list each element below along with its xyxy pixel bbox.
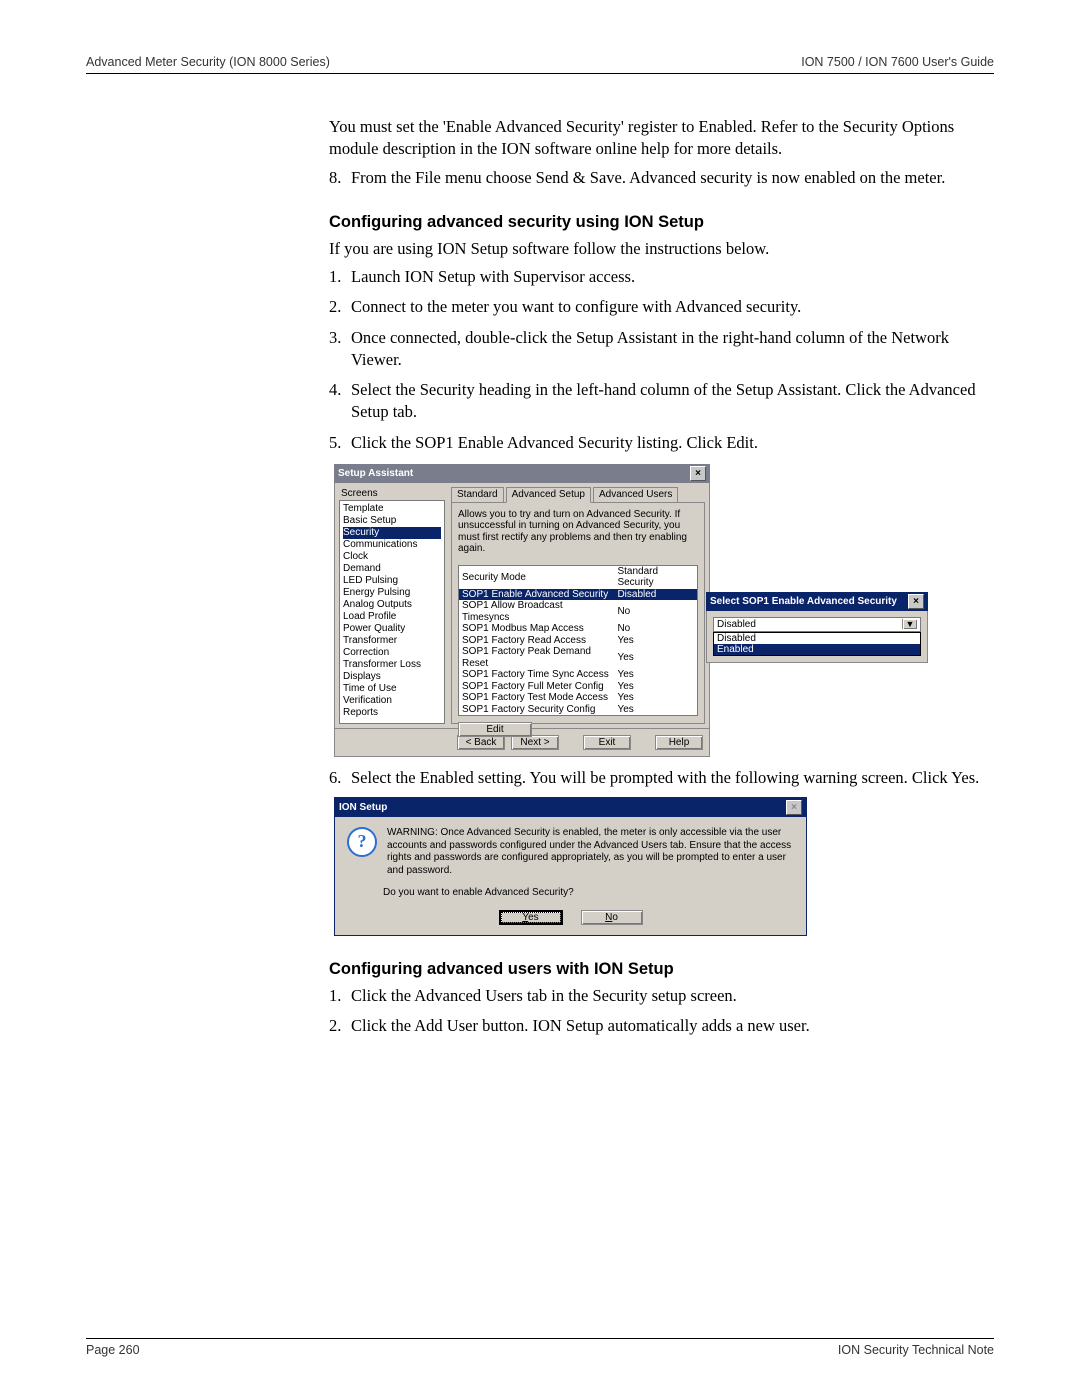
- tab-hint: Allows you to try and turn on Advanced S…: [458, 509, 698, 555]
- popover-titlebar: Select SOP1 Enable Advanced Security ×: [706, 592, 928, 611]
- grid-row: SOP1 Factory Peak Demand ResetYes: [459, 646, 697, 669]
- close-icon[interactable]: ×: [690, 466, 706, 481]
- sec1-step3: Once connected, double-click the Setup A…: [329, 327, 994, 372]
- step-8: From the File menu choose Send & Save. A…: [329, 167, 994, 189]
- setup-assistant-titlebar: Setup Assistant ×: [334, 464, 710, 483]
- header-left: Advanced Meter Security (ION 8000 Series…: [86, 55, 330, 69]
- screen-item[interactable]: Time of Use: [343, 683, 441, 695]
- screen-item[interactable]: Analog Outputs: [343, 599, 441, 611]
- question-icon: ?: [347, 827, 377, 857]
- no-label-rest: o: [612, 912, 618, 923]
- sec1-step6: Select the Enabled setting. You will be …: [329, 767, 994, 789]
- grid-row: SOP1 Factory Time Sync AccessYes: [459, 669, 697, 681]
- warning-titlebar: ION Setup ×: [335, 798, 806, 817]
- warning-message: WARNING: Once Advanced Security is enabl…: [387, 827, 794, 877]
- section2-heading: Configuring advanced users with ION Setu…: [329, 960, 994, 979]
- document-page: Advanced Meter Security (ION 8000 Series…: [0, 0, 1080, 1397]
- screen-item[interactable]: Load Profile: [343, 611, 441, 623]
- page-footer: Page 260 ION Security Technical Note: [86, 1338, 994, 1357]
- screen-item[interactable]: Demand: [343, 563, 441, 575]
- header-right: ION 7500 / ION 7600 User's Guide: [801, 55, 994, 69]
- popover-option[interactable]: Disabled: [714, 633, 920, 644]
- sec1-step1: Launch ION Setup with Supervisor access.: [329, 266, 994, 288]
- steps-list-continued: From the File menu choose Send & Save. A…: [329, 167, 994, 189]
- section1-steps: Launch ION Setup with Supervisor access.…: [329, 266, 994, 454]
- footer-right: ION Security Technical Note: [838, 1343, 994, 1357]
- grid-header-row: Security ModeStandard Security: [459, 566, 697, 589]
- grid-row: SOP1 Factory Full Meter ConfigYes: [459, 681, 697, 693]
- grid-row: SOP1 Allow Broadcast TimesyncsNo: [459, 600, 697, 623]
- screen-item[interactable]: Communications: [343, 539, 441, 551]
- setup-assistant-dialog: Setup Assistant × Screens Template Basic…: [334, 464, 710, 757]
- screen-item[interactable]: Clock: [343, 551, 441, 563]
- screens-label: Screens: [339, 487, 445, 500]
- settings-grid[interactable]: Security ModeStandard Security SOP1 Enab…: [458, 565, 698, 717]
- popover-option-highlighted[interactable]: Enabled: [714, 644, 920, 655]
- popover-combobox[interactable]: Disabled ▼: [713, 617, 921, 632]
- section1-heading: Configuring advanced security using ION …: [329, 213, 994, 232]
- screen-item[interactable]: Transformer Loss: [343, 659, 441, 671]
- popover-title: Select SOP1 Enable Advanced Security: [710, 596, 897, 607]
- grid-header: Security Mode: [459, 566, 614, 589]
- sec2-step2: Click the Add User button. ION Setup aut…: [329, 1015, 994, 1037]
- section1-steps-cont: Select the Enabled setting. You will be …: [329, 767, 994, 789]
- screen-item[interactable]: LED Pulsing: [343, 575, 441, 587]
- section2-steps: Click the Advanced Users tab in the Secu…: [329, 985, 994, 1038]
- yes-button[interactable]: Yes: [499, 910, 563, 925]
- screens-list[interactable]: Template Basic Setup Security Communicat…: [339, 500, 445, 724]
- footer-left: Page 260: [86, 1343, 140, 1357]
- sec1-step2: Connect to the meter you want to configu…: [329, 296, 994, 318]
- setup-assistant-title: Setup Assistant: [338, 468, 413, 479]
- warning-title: ION Setup: [339, 802, 387, 813]
- close-icon[interactable]: ×: [908, 594, 924, 609]
- sec1-step4: Select the Security heading in the left-…: [329, 379, 994, 424]
- grid-row-selected: SOP1 Enable Advanced SecurityDisabled: [459, 589, 697, 601]
- screen-item[interactable]: Verification: [343, 695, 441, 707]
- tab-advanced-users[interactable]: Advanced Users: [593, 487, 678, 503]
- tab-standard[interactable]: Standard: [451, 487, 504, 503]
- no-button[interactable]: No: [581, 910, 643, 925]
- screen-item[interactable]: Reports: [343, 707, 441, 719]
- screen-item[interactable]: Basic Setup: [343, 515, 441, 527]
- chevron-down-icon[interactable]: ▼: [902, 619, 917, 629]
- grid-row: SOP1 Factory Security ConfigYes: [459, 704, 697, 716]
- intro-paragraph: You must set the 'Enable Advanced Securi…: [329, 116, 994, 161]
- tab-advanced-setup[interactable]: Advanced Setup: [506, 487, 591, 503]
- grid-row: SOP1 Factory Test Mode AccessYes: [459, 692, 697, 704]
- grid-header: Standard Security: [614, 566, 697, 589]
- close-icon[interactable]: ×: [786, 800, 802, 815]
- page-header: Advanced Meter Security (ION 8000 Series…: [86, 55, 994, 74]
- screen-item[interactable]: Energy Pulsing: [343, 587, 441, 599]
- warning-dialog: ION Setup × ? WARNING: Once Advanced Sec…: [334, 797, 807, 936]
- content-column: You must set the 'Enable Advanced Securi…: [329, 116, 994, 1038]
- warning-prompt: Do you want to enable Advanced Security?: [383, 887, 794, 898]
- section1-intro: If you are using ION Setup software foll…: [329, 238, 994, 260]
- edit-button[interactable]: Edit: [458, 722, 532, 737]
- select-popover-dialog: Select SOP1 Enable Advanced Security × D…: [706, 592, 928, 663]
- screen-item-security[interactable]: Security: [343, 527, 441, 539]
- tabs: Standard Advanced Setup Advanced Users: [451, 487, 705, 503]
- grid-row: SOP1 Modbus Map AccessNo: [459, 623, 697, 635]
- grid-row: SOP1 Factory Read AccessYes: [459, 635, 697, 647]
- screen-item[interactable]: Transformer Correction: [343, 635, 441, 659]
- screen-item[interactable]: Template: [343, 503, 441, 515]
- popover-droplist[interactable]: Disabled Enabled: [713, 632, 921, 656]
- yes-label-rest: es: [528, 912, 539, 923]
- screen-item[interactable]: Displays: [343, 671, 441, 683]
- sec1-step5: Click the SOP1 Enable Advanced Security …: [329, 432, 994, 454]
- popover-combo-value: Disabled: [717, 619, 756, 630]
- screen-item[interactable]: Power Quality: [343, 623, 441, 635]
- sec2-step1: Click the Advanced Users tab in the Secu…: [329, 985, 994, 1007]
